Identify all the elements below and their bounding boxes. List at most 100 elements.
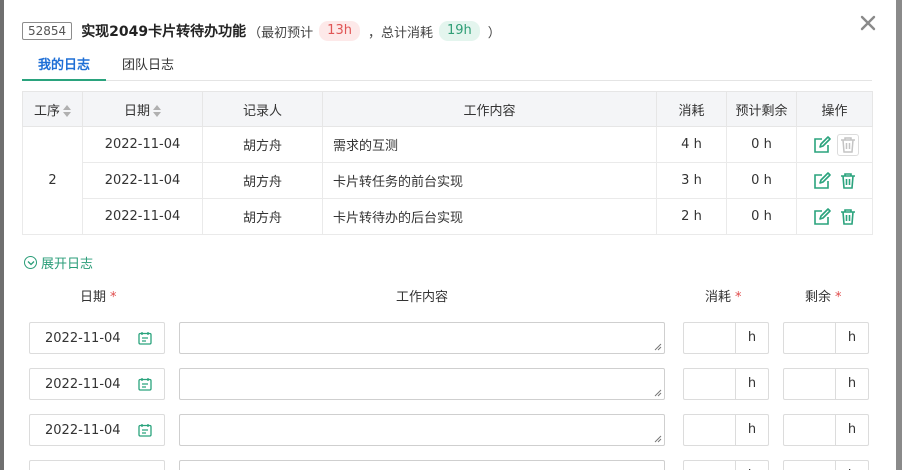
form-row: h h: [29, 460, 869, 470]
trash-icon[interactable]: [837, 206, 859, 228]
consumed-cell: 2 h: [656, 198, 727, 235]
tab-my-log[interactable]: 我的日志: [22, 52, 107, 81]
unit-label: h: [847, 422, 857, 437]
date-cell: 2022-11-04: [82, 126, 203, 163]
content-cell: 需求的互测: [322, 126, 657, 163]
remaining-cell: 0 h: [726, 126, 797, 163]
table-row: 2022-11-04 胡方舟 卡片转任务的前台实现 3 h 0 h: [23, 162, 873, 199]
meta-close: ）: [487, 25, 501, 41]
tab-team-log[interactable]: 团队日志: [106, 52, 190, 81]
unit-label: h: [847, 376, 857, 391]
remaining-input[interactable]: h: [783, 368, 869, 400]
edit-icon[interactable]: [811, 134, 833, 156]
dialog-header: 52854 实现2049卡片转待办功能 （最初预计 13h ，总计消耗 19h …: [22, 18, 501, 44]
form-row: 2022-11-04 h h: [29, 322, 869, 354]
form-date-label: 日期 *: [80, 290, 117, 305]
consumed-input[interactable]: h: [683, 322, 769, 354]
consumed-input[interactable]: h: [683, 414, 769, 446]
form-consumed-label: 消耗 *: [705, 290, 742, 305]
task-id-badge: 52854: [22, 22, 73, 40]
work-content-textarea[interactable]: [179, 460, 665, 470]
edit-icon[interactable]: [811, 170, 833, 192]
date-value: 2022-11-04: [45, 330, 121, 346]
date-value: 2022-11-04: [45, 422, 121, 438]
meta-mid: ，总计消耗: [367, 25, 433, 41]
remaining-cell: 0 h: [726, 162, 797, 199]
work-content-textarea[interactable]: [179, 368, 665, 400]
actions-cell: [796, 162, 873, 199]
resize-grip-icon[interactable]: [654, 389, 662, 397]
unit-label: h: [747, 376, 757, 391]
col-recorder: 记录人: [202, 91, 323, 127]
content-cell: 卡片转任务的前台实现: [322, 162, 657, 199]
date-value: 2022-11-04: [45, 376, 121, 392]
recorder-cell: 胡方舟: [202, 126, 323, 163]
log-tabs: 我的日志 团队日志: [22, 52, 872, 81]
form-remaining-label: 剩余 *: [805, 290, 842, 305]
edit-icon[interactable]: [811, 206, 833, 228]
trash-icon: [836, 133, 859, 156]
work-content-textarea[interactable]: [179, 322, 665, 354]
unit-label: h: [747, 330, 757, 345]
sort-icon[interactable]: [153, 105, 161, 117]
remaining-cell: 0 h: [726, 198, 797, 235]
backdrop-right: [896, 0, 902, 470]
recorder-cell: 胡方舟: [202, 162, 323, 199]
required-mark: *: [835, 290, 842, 305]
col-content: 工作内容: [322, 91, 657, 127]
consumed-input[interactable]: h: [683, 460, 769, 470]
meta-open: （最初预计: [248, 25, 314, 41]
consumed-input[interactable]: h: [683, 368, 769, 400]
date-cell: 2022-11-04: [82, 198, 203, 235]
col-consumed: 消耗: [656, 91, 727, 127]
unit-label: h: [736, 461, 768, 470]
date-cell: 2022-11-04: [82, 162, 203, 199]
close-icon[interactable]: [860, 14, 876, 36]
chevron-down-icon: [24, 256, 37, 269]
expand-log-label: 展开日志: [41, 257, 94, 272]
required-mark: *: [735, 290, 742, 305]
actions-cell: [796, 198, 873, 235]
col-date[interactable]: 日期: [82, 91, 203, 127]
resize-grip-icon[interactable]: [654, 343, 662, 351]
form-row: 2022-11-04 h h: [29, 368, 869, 400]
unit-label: h: [747, 422, 757, 437]
task-title: 实现2049卡片转待办功能: [81, 24, 247, 40]
resize-grip-icon[interactable]: [654, 435, 662, 443]
consumed-cell: 4 h: [656, 126, 727, 163]
remaining-input[interactable]: h: [783, 322, 869, 354]
table-row: 2 2022-11-04 胡方舟 需求的互测 4 h 0 h: [22, 126, 873, 235]
table-row: 2022-11-04 胡方舟 卡片转待办的后台实现 2 h 0 h: [23, 198, 873, 235]
sort-icon[interactable]: [63, 105, 71, 117]
estimate-tag: 13h: [319, 21, 360, 41]
log-table: 工序 日期 记录人 工作内容 消耗 预计剩余 操作 2 2022-11-04 胡…: [22, 91, 873, 235]
trash-icon[interactable]: [837, 170, 859, 192]
col-step[interactable]: 工序: [22, 91, 83, 127]
calendar-icon[interactable]: [138, 377, 152, 395]
date-picker[interactable]: [29, 460, 165, 470]
col-remaining: 预计剩余: [726, 91, 797, 127]
work-content-textarea[interactable]: [179, 414, 665, 446]
work-log-dialog: 52854 实现2049卡片转待办功能 （最初预计 13h ，总计消耗 19h …: [4, 0, 896, 470]
remaining-input[interactable]: h: [783, 460, 869, 470]
unit-label: h: [847, 330, 857, 345]
date-picker[interactable]: 2022-11-04: [29, 322, 165, 354]
form-row: 2022-11-04 h h: [29, 414, 869, 446]
consumed-cell: 3 h: [656, 162, 727, 199]
calendar-icon[interactable]: [138, 423, 152, 441]
date-picker[interactable]: 2022-11-04: [29, 368, 165, 400]
step-cell: 2: [22, 126, 83, 235]
calendar-icon[interactable]: [138, 331, 152, 349]
recorder-cell: 胡方舟: [202, 198, 323, 235]
col-actions: 操作: [796, 91, 873, 127]
expand-log-toggle[interactable]: 展开日志: [24, 253, 93, 272]
table-header-row: 工序 日期 记录人 工作内容 消耗 预计剩余 操作: [22, 91, 873, 127]
required-mark: *: [110, 290, 117, 305]
consumed-tag: 19h: [438, 21, 480, 41]
date-picker[interactable]: 2022-11-04: [29, 414, 165, 446]
content-cell: 卡片转待办的后台实现: [322, 198, 657, 235]
remaining-input[interactable]: h: [783, 414, 869, 446]
unit-label: h: [836, 461, 868, 470]
actions-cell: [796, 126, 873, 163]
form-content-label: 工作内容: [396, 290, 449, 305]
